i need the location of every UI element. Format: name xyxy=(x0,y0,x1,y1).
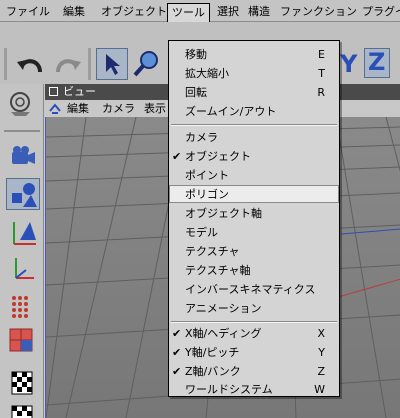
menu-item-shortcut: W xyxy=(314,383,325,396)
viewport-menu-edit[interactable]: 編集 xyxy=(67,100,89,117)
menu-item-label: 回転 xyxy=(185,86,207,99)
zoom-tool-button[interactable] xyxy=(130,48,162,80)
menu-structure[interactable]: 構造 xyxy=(248,4,270,20)
checker-axis-icon xyxy=(11,405,33,418)
coordinate-axis-icon xyxy=(15,258,34,279)
viewport-close-icon[interactable] xyxy=(49,87,58,96)
undo-icon xyxy=(17,59,42,73)
menu-bar: ファイル 編集 オブジェクト ツール 選択 構造 ファンクション プラグイ xyxy=(0,0,400,22)
menu-item-label: ワールドシステム xyxy=(185,383,273,396)
polygon-grid-icon xyxy=(9,328,33,352)
menu-item-label: オブジェクト xyxy=(185,150,251,163)
menu-item-scale[interactable]: 拡大縮小 T xyxy=(169,65,339,82)
points-mode-button[interactable] xyxy=(6,292,40,322)
menu-item-label: 拡大縮小 xyxy=(185,67,229,80)
menu-item-object-axis[interactable]: オブジェクト軸 xyxy=(169,205,339,222)
menu-item-label: X軸/ヘディング xyxy=(185,327,262,340)
sphere-object-icon xyxy=(10,92,30,116)
redo-button[interactable] xyxy=(50,50,84,82)
magnifier-icon xyxy=(133,51,158,77)
menu-item-inverse-kinematics[interactable]: インバースキネマティクス xyxy=(169,281,339,298)
redo-icon xyxy=(56,59,81,73)
menu-item-label: カメラ xyxy=(185,131,218,144)
viewport-menu-display[interactable]: 表示 xyxy=(144,100,166,117)
checkmark-icon: ✔ xyxy=(172,327,182,340)
polygons-mode-button[interactable] xyxy=(6,326,40,356)
texture-mode-button[interactable] xyxy=(6,368,40,398)
checker-texture-icon xyxy=(11,371,33,395)
menu-separator xyxy=(171,124,337,126)
polygon-object-button[interactable] xyxy=(6,88,40,118)
menu-item-shortcut: T xyxy=(318,67,325,80)
menu-item-z-axis[interactable]: ✔ Z軸/バンク Z xyxy=(169,363,339,380)
menu-object[interactable]: オブジェクト xyxy=(101,4,167,20)
menu-item-rotate[interactable]: 回転 R xyxy=(169,84,339,101)
object-axis-button[interactable] xyxy=(6,218,40,248)
menu-item-label: Y軸/ピッチ xyxy=(185,346,240,359)
menu-item-texture[interactable]: テクスチャ xyxy=(169,243,339,260)
y-axis-button[interactable]: Y xyxy=(340,50,362,78)
menu-item-camera[interactable]: カメラ xyxy=(169,129,339,146)
tools-dropdown-menu: 移動 E 拡大縮小 T 回転 R ズームイン/アウト カメラ ✔ オブジェクト … xyxy=(168,40,340,397)
select-arrow-icon xyxy=(106,54,120,75)
menu-item-label: オブジェクト軸 xyxy=(185,207,262,220)
menu-item-animation[interactable]: アニメーション xyxy=(169,300,339,317)
menu-item-label: ズームイン/アウト xyxy=(185,105,277,118)
menu-item-label: ポイント xyxy=(185,169,229,182)
texture-axis-button[interactable] xyxy=(6,402,40,418)
menu-item-point[interactable]: ポイント xyxy=(169,167,339,184)
camera-icon xyxy=(12,146,35,164)
checkmark-icon: ✔ xyxy=(172,346,182,359)
menu-item-object[interactable]: ✔ オブジェクト xyxy=(169,148,339,165)
z-axis-button[interactable]: Z xyxy=(364,48,390,78)
camera-tool-button[interactable] xyxy=(6,142,40,172)
menu-item-polygon[interactable]: ポリゴン xyxy=(169,185,339,203)
menu-item-label: アニメーション xyxy=(185,302,262,315)
menu-item-texture-axis[interactable]: テクスチャ軸 xyxy=(169,262,339,279)
toolbar-separator xyxy=(88,48,91,80)
left-tool-palette xyxy=(0,84,44,418)
menu-select[interactable]: 選択 xyxy=(217,4,239,20)
menu-item-shortcut: X xyxy=(317,327,325,340)
select-tool-button[interactable] xyxy=(96,48,128,80)
points-grid-icon xyxy=(12,296,28,318)
menu-plugins[interactable]: プラグイ xyxy=(362,4,400,20)
object-tool-button[interactable] xyxy=(6,178,40,210)
viewport-menu-camera[interactable]: カメラ xyxy=(102,100,135,117)
menu-function[interactable]: ファンクション xyxy=(280,4,357,20)
menu-item-shortcut: E xyxy=(318,48,325,61)
toolbar-grip xyxy=(4,48,7,80)
menu-item-shortcut: Z xyxy=(317,365,325,378)
y-axis-icon: Y xyxy=(340,50,358,78)
menu-item-label: 移動 xyxy=(185,48,207,61)
z-axis-icon: Z xyxy=(368,48,386,76)
axis-icon xyxy=(13,222,36,245)
menu-item-label: インバースキネマティクス xyxy=(185,283,316,296)
menu-item-label: テクスチャ軸 xyxy=(185,264,251,277)
world-axis-button[interactable] xyxy=(6,254,40,284)
menu-item-y-axis[interactable]: ✔ Y軸/ピッチ Y xyxy=(169,344,339,361)
menu-edit[interactable]: 編集 xyxy=(63,4,85,20)
menu-item-shortcut: Y xyxy=(318,346,325,359)
menu-tools[interactable]: ツール xyxy=(167,3,210,22)
checkmark-icon: ✔ xyxy=(172,365,182,378)
menu-item-label: ポリゴン xyxy=(185,188,229,201)
menu-item-x-axis[interactable]: ✔ X軸/ヘディング X xyxy=(169,325,339,342)
menu-separator xyxy=(171,321,337,323)
menu-item-zoom[interactable]: ズームイン/アウト xyxy=(169,103,339,120)
checkmark-icon: ✔ xyxy=(172,150,182,163)
menu-item-world-system[interactable]: ワールドシステム W xyxy=(169,381,339,398)
menu-file[interactable]: ファイル xyxy=(6,4,50,20)
menu-item-label: テクスチャ xyxy=(185,245,240,258)
viewport-title: ビュー xyxy=(63,85,96,98)
object-mode-icon xyxy=(12,183,37,207)
menu-item-label: モデル xyxy=(185,226,218,239)
menu-item-move[interactable]: 移動 E xyxy=(169,46,339,63)
palette-separator xyxy=(4,130,40,132)
undo-button[interactable] xyxy=(14,50,48,82)
menu-item-shortcut: R xyxy=(317,86,325,99)
menu-item-label: Z軸/バンク xyxy=(185,365,241,378)
menu-item-model[interactable]: モデル xyxy=(169,224,339,241)
